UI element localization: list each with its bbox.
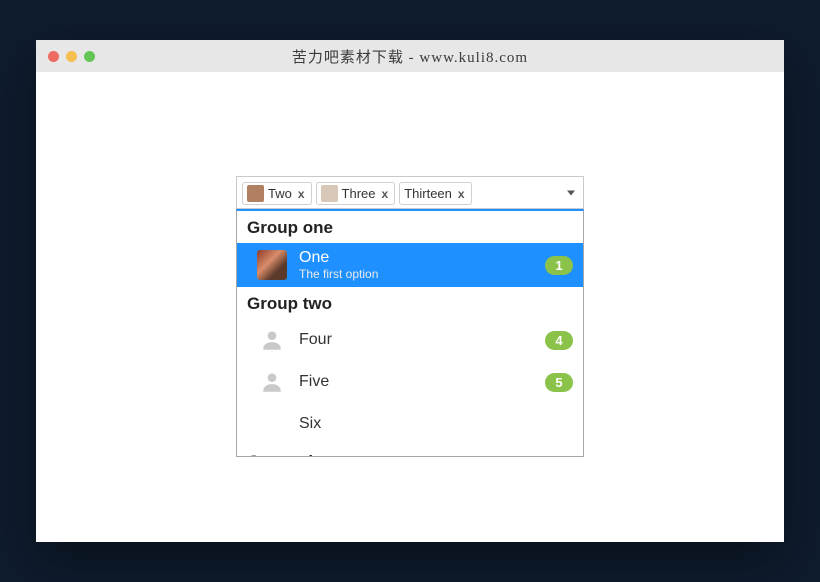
group-header: Group one [237,211,583,243]
avatar-icon [257,250,287,280]
close-window-icon[interactable] [48,51,59,62]
selected-tag[interactable]: Two x [242,182,312,205]
tag-label: Thirteen [404,186,452,201]
tag-label: Two [268,186,292,201]
option-title: Five [299,373,533,391]
option-badge: 4 [545,331,573,350]
content-area: Two x Three x Thirteen x Group one [36,72,784,542]
chevron-down-icon[interactable] [567,190,575,195]
option-body: One The first option [299,249,533,281]
option-one[interactable]: One The first option 1 [237,243,583,287]
group-header: Group three [237,445,583,457]
browser-window: 苦力吧素材下载 - www.kuli8.com Two x Three x Th… [36,40,784,542]
option-body: Five [299,373,533,391]
traffic-lights [36,51,95,62]
option-six[interactable]: Six [237,403,583,445]
option-title: Four [299,331,533,349]
option-four[interactable]: Four 4 [237,319,583,361]
person-icon [257,367,287,397]
remove-tag-icon[interactable]: x [380,187,391,201]
group-header: Group two [237,287,583,319]
remove-tag-icon[interactable]: x [456,187,467,201]
option-title: Six [299,415,573,433]
option-title: One [299,249,533,267]
selected-tag[interactable]: Thirteen x [399,182,471,205]
dropdown-list[interactable]: Group one One The first option 1 Group t… [236,209,584,457]
option-subtitle: The first option [299,267,533,281]
option-five[interactable]: Five 5 [237,361,583,403]
option-badge: 1 [545,256,573,275]
selected-tag[interactable]: Three x [316,182,396,205]
multi-select-input[interactable]: Two x Three x Thirteen x [236,176,584,209]
avatar-icon [321,185,338,202]
option-body: Six [299,415,573,433]
person-icon [257,325,287,355]
avatar-placeholder [257,409,287,439]
window-title: 苦力吧素材下载 - www.kuli8.com [36,46,784,67]
avatar-icon [247,185,264,202]
remove-tag-icon[interactable]: x [296,187,307,201]
tag-label: Three [342,186,376,201]
multi-select: Two x Three x Thirteen x Group one [236,176,584,542]
option-body: Four [299,331,533,349]
maximize-window-icon[interactable] [84,51,95,62]
option-badge: 5 [545,373,573,392]
minimize-window-icon[interactable] [66,51,77,62]
titlebar: 苦力吧素材下载 - www.kuli8.com [36,40,784,72]
